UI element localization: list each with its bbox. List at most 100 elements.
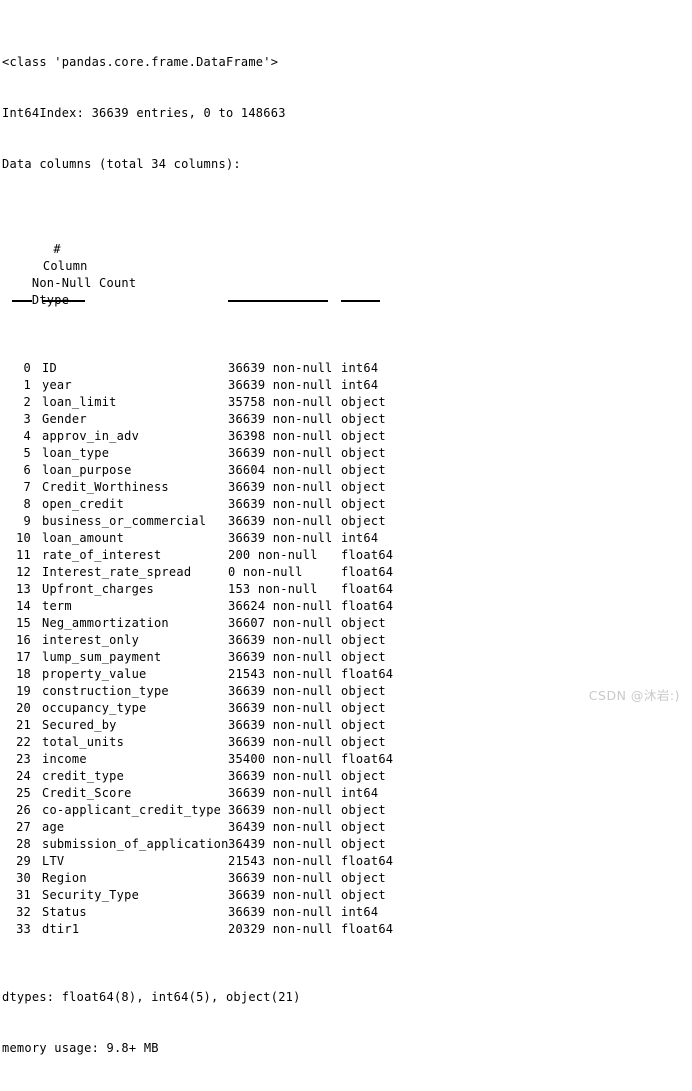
row-column: year [42,378,72,392]
row-column: total_units [42,735,125,749]
memory-usage-line: memory usage: 9.8+ MB [2,1041,159,1055]
row-column: open_credit [42,497,125,511]
row-column: loan_type [42,446,110,460]
row-index: 17 [16,650,31,664]
row-index: 31 [16,888,31,902]
table-row: 3 Gender 36639 non-null object [2,411,690,428]
header-column: Column [42,259,88,273]
row-column: approv_in_adv [42,429,140,443]
row-index: 7 [23,480,31,494]
row-column: occupancy_type [42,701,147,715]
table-row: 12 Interest_rate_spread 0 non-null float64 [2,564,690,581]
row-dtype: object [341,429,386,443]
row-column: business_or_commercial [42,514,207,528]
row-dtype: float64 [341,599,394,613]
row-count: 36439 non-null [228,837,333,851]
row-count: 36639 non-null [228,735,333,749]
row-count: 36639 non-null [228,718,333,732]
row-count: 36639 non-null [228,684,333,698]
row-index: 27 [16,820,31,834]
row-index: 2 [23,395,31,409]
row-dtype: float64 [341,565,394,579]
table-row: 32 Status 36639 non-null int64 [2,904,690,921]
row-count: 36439 non-null [228,820,333,834]
table-row: 27 age 36439 non-null object [2,819,690,836]
row-column: interest_only [42,633,140,647]
row-column: income [42,752,87,766]
table-row: 19 construction_type 36639 non-null object [2,683,690,700]
table-row: 26 co-applicant_credit_type 36639 non-null… [2,802,690,819]
index-line: Int64Index: 36639 entries, 0 to 148663 [2,106,286,120]
row-index: 19 [16,684,31,698]
row-dtype: object [341,395,386,409]
row-count: 36639 non-null [228,633,333,647]
row-column: Interest_rate_spread [42,565,192,579]
row-count: 36639 non-null [228,769,333,783]
row-column: Credit_Score [42,786,132,800]
row-count: 36639 non-null [228,412,333,426]
row-dtype: object [341,718,386,732]
table-row: 30 Region 36639 non-null object [2,870,690,887]
row-count: 35400 non-null [228,752,333,766]
row-count: 36604 non-null [228,463,333,477]
row-count: 36639 non-null [228,446,333,460]
table-row: 10 loan_amount 36639 non-null int64 [2,530,690,547]
row-dtype: int64 [341,531,379,545]
row-column: Security_Type [42,888,140,902]
row-column: Credit_Worthiness [42,480,169,494]
table-row: 21 Secured_by 36639 non-null object [2,717,690,734]
row-dtype: float64 [341,752,394,766]
row-count: 36639 non-null [228,871,333,885]
row-dtype: object [341,888,386,902]
row-index: 4 [23,429,31,443]
row-index: 32 [16,905,31,919]
row-index: 12 [16,565,31,579]
table-row: 25 Credit_Score 36639 non-null int64 [2,785,690,802]
table-row: 0 ID 36639 non-null int64 [2,360,690,377]
row-count: 36639 non-null [228,531,333,545]
table-row: 15 Neg_ammortization 36607 non-null object [2,615,690,632]
row-count: 35758 non-null [228,395,333,409]
row-column: property_value [42,667,147,681]
table-row: 7 Credit_Worthiness 36639 non-null object [2,479,690,496]
table-row: 23 income 35400 non-null float64 [2,751,690,768]
row-count: 36639 non-null [228,378,333,392]
row-count: 36639 non-null [228,514,333,528]
row-index: 16 [16,633,31,647]
row-dtype: float64 [341,854,394,868]
row-dtype: float64 [341,548,394,562]
row-index: 25 [16,786,31,800]
table-row: 8 open_credit 36639 non-null object [2,496,690,513]
table-row: 1 year 36639 non-null int64 [2,377,690,394]
row-count: 36398 non-null [228,429,333,443]
row-dtype: object [341,616,386,630]
row-dtype: float64 [341,922,394,936]
row-dtype: float64 [341,582,394,596]
row-count: 200 non-null [228,548,318,562]
row-index: 21 [16,718,31,732]
row-dtype: object [341,497,386,511]
row-count: 20329 non-null [228,922,333,936]
table-row: 6 loan_purpose 36604 non-null object [2,462,690,479]
row-column: submission_of_application [42,837,229,851]
row-count: 0 non-null [228,565,303,579]
row-count: 36639 non-null [228,480,333,494]
row-index: 23 [16,752,31,766]
table-row: 5 loan_type 36639 non-null object [2,445,690,462]
row-dtype: int64 [341,361,379,375]
data-columns-line: Data columns (total 34 columns): [2,157,241,171]
row-index: 28 [16,837,31,851]
row-dtype: object [341,701,386,715]
row-column: Gender [42,412,87,426]
row-count: 36639 non-null [228,650,333,664]
row-dtype: object [341,463,386,477]
row-index: 8 [23,497,31,511]
row-column: loan_limit [42,395,117,409]
row-dtype: object [341,871,386,885]
row-index: 6 [23,463,31,477]
row-index: 5 [23,446,31,460]
row-index: 13 [16,582,31,596]
row-index: 26 [16,803,31,817]
row-column: Status [42,905,87,919]
table-header-row: # Column Non-Null Count Dtype [2,224,690,307]
